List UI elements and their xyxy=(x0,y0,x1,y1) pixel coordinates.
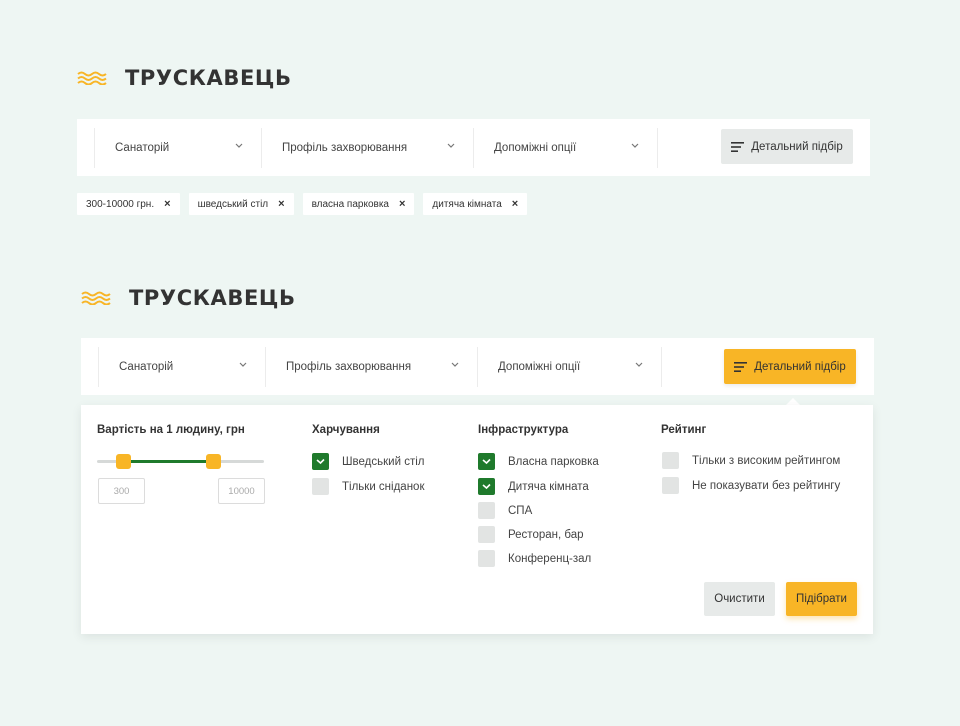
rating-column-title: Рейтинг xyxy=(661,424,707,436)
checkbox[interactable] xyxy=(478,478,495,495)
infra-option-label: СПА xyxy=(508,504,533,517)
profile-dropdown-value: Профіль захворювання xyxy=(286,360,412,373)
profile-dropdown-value: Профіль захворювання xyxy=(282,141,408,154)
checkbox[interactable] xyxy=(662,452,679,469)
price-column-title: Вартість на 1 людину, грн xyxy=(97,424,245,436)
price-slider-min-handle[interactable] xyxy=(116,454,132,469)
chevron-down-icon xyxy=(635,362,643,367)
options-dropdown[interactable]: Допоміжні опції xyxy=(477,346,661,387)
type-dropdown-value: Санаторій xyxy=(119,360,174,373)
close-icon[interactable]: × xyxy=(278,198,284,210)
close-icon[interactable]: × xyxy=(512,198,518,210)
checkbox[interactable] xyxy=(478,526,495,543)
detail-filter-button[interactable]: Детальний підбір xyxy=(724,349,856,384)
price-slider-max-handle[interactable] xyxy=(206,454,222,469)
filter-tag-label: дитяча кімната xyxy=(432,198,502,210)
profile-dropdown[interactable]: Профіль захворювання xyxy=(261,127,473,168)
options-dropdown[interactable]: Допоміжні опції xyxy=(473,127,657,168)
chevron-down-icon xyxy=(447,143,455,148)
type-dropdown[interactable]: Санаторій xyxy=(98,346,265,387)
waves-logo-icon xyxy=(77,71,107,85)
infra-option-label: Конференц-зал xyxy=(508,552,592,565)
chevron-down-icon xyxy=(631,143,639,148)
panel-pointer xyxy=(786,398,800,405)
type-dropdown[interactable]: Санаторій xyxy=(94,127,261,168)
options-dropdown-value: Допоміжні опції xyxy=(494,141,577,154)
type-dropdown-value: Санаторій xyxy=(115,141,170,154)
filter-bar-divider xyxy=(657,127,658,168)
detail-filter-button[interactable]: Детальний підбір xyxy=(721,129,853,164)
infra-option-label: Ресторан, бар xyxy=(508,528,584,541)
rating-option[interactable]: Тільки з високим рейтингом xyxy=(662,452,840,469)
filter-lines-icon xyxy=(734,361,748,372)
infra-option-label: Власна парковка xyxy=(508,455,599,468)
filter-bar-divider xyxy=(661,346,662,387)
filter-tag: власна парковка × xyxy=(302,193,415,215)
infra-option[interactable]: СПА xyxy=(478,502,532,519)
close-icon[interactable]: × xyxy=(399,198,405,210)
apply-button[interactable]: Підібрати xyxy=(786,582,857,616)
checkmark-icon xyxy=(316,458,325,465)
filter-bar-2: Санаторій Профіль захворювання Допоміжні… xyxy=(81,338,874,395)
page-title: ТРУСКАВЕЦЬ xyxy=(125,66,292,90)
checkbox[interactable] xyxy=(662,477,679,494)
rating-option-label: Не показувати без рейтингу xyxy=(692,479,841,492)
price-min-input[interactable]: 300 xyxy=(98,478,145,504)
filter-tag: 300-10000 грн. × xyxy=(77,193,180,215)
filter-tag-label: власна парковка xyxy=(311,198,389,210)
checkbox[interactable] xyxy=(478,453,495,470)
header-title-row-2: ТРУСКАВЕЦЬ xyxy=(81,286,296,310)
filter-tag: дитяча кімната × xyxy=(423,193,528,215)
price-slider-range xyxy=(123,460,214,463)
infra-option-label: Дитяча кімната xyxy=(508,480,589,493)
infra-option[interactable]: Конференц-зал xyxy=(478,550,591,567)
profile-dropdown[interactable]: Профіль захворювання xyxy=(265,346,477,387)
checkbox[interactable] xyxy=(312,478,329,495)
clear-button[interactable]: Очистити xyxy=(704,582,775,616)
infra-option[interactable]: Ресторан, бар xyxy=(478,526,584,543)
active-filter-tags: 300-10000 грн. × шведський стіл × власна… xyxy=(77,193,536,215)
rating-option-label: Тільки з високим рейтингом xyxy=(692,454,841,467)
chevron-down-icon xyxy=(239,362,247,367)
chevron-down-icon xyxy=(451,362,459,367)
checkbox[interactable] xyxy=(312,453,329,470)
waves-logo-icon xyxy=(81,291,111,305)
header-title-row-1: ТРУСКАВЕЦЬ xyxy=(77,66,292,90)
detail-filter-label: Детальний підбір xyxy=(754,360,846,373)
filter-tag-label: шведський стіл xyxy=(197,198,269,210)
food-column-title: Харчування xyxy=(312,424,380,436)
food-option[interactable]: Тільки сніданок xyxy=(312,478,424,495)
filter-lines-icon xyxy=(731,141,745,152)
detail-filter-label: Детальний підбір xyxy=(751,140,843,153)
price-max-input[interactable]: 10000 xyxy=(218,478,265,504)
checkmark-icon xyxy=(482,483,491,490)
page-title: ТРУСКАВЕЦЬ xyxy=(129,286,296,310)
infra-column-title: Інфраструктура xyxy=(478,424,569,436)
checkbox[interactable] xyxy=(478,550,495,567)
checkbox[interactable] xyxy=(478,502,495,519)
options-dropdown-value: Допоміжні опції xyxy=(498,360,581,373)
chevron-down-icon xyxy=(235,143,243,148)
food-option-label: Тільки сніданок xyxy=(342,480,425,493)
checkmark-icon xyxy=(482,458,491,465)
infra-option[interactable]: Дитяча кімната xyxy=(478,478,589,495)
food-option[interactable]: Шведський стіл xyxy=(312,453,424,470)
rating-option[interactable]: Не показувати без рейтингу xyxy=(662,477,840,494)
filter-tag: шведський стіл × xyxy=(188,193,294,215)
close-icon[interactable]: × xyxy=(164,198,170,210)
infra-option[interactable]: Власна парковка xyxy=(478,453,599,470)
filter-tag-label: 300-10000 грн. xyxy=(86,198,155,210)
filter-bar-1: Санаторій Профіль захворювання Допоміжні… xyxy=(77,119,870,176)
food-option-label: Шведський стіл xyxy=(342,455,425,468)
